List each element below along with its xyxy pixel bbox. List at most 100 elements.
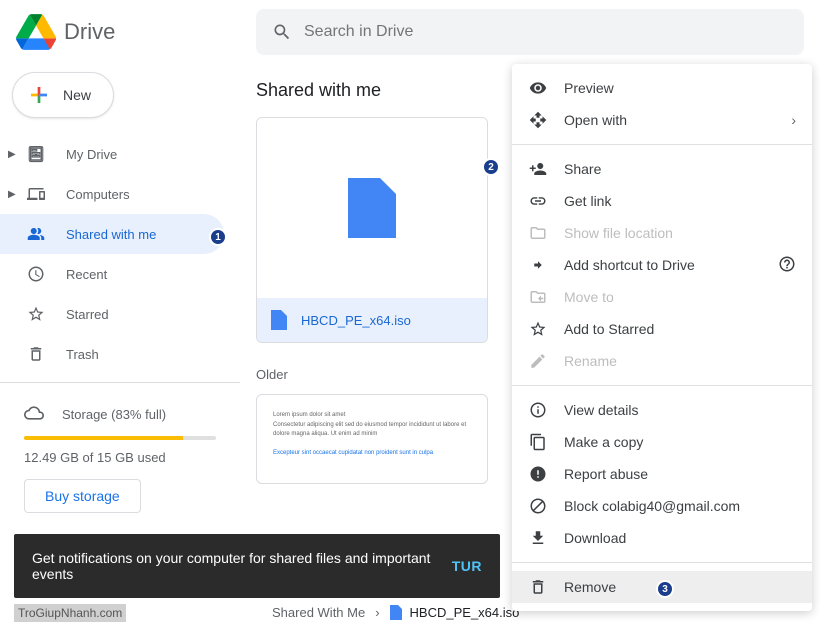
- menu-label: Open with: [564, 112, 627, 128]
- cloud-icon: [24, 403, 44, 423]
- nav-label: Computers: [66, 187, 130, 202]
- file-preview: [257, 118, 487, 298]
- sidebar-item-computers[interactable]: ▶ Computers: [0, 174, 224, 214]
- divider: [0, 382, 240, 383]
- file-icon: [348, 178, 396, 238]
- star-icon: [27, 305, 45, 323]
- menu-label: Rename: [564, 353, 617, 369]
- new-button[interactable]: New: [12, 72, 114, 118]
- menu-block[interactable]: Block colabig40@gmail.com: [512, 490, 812, 522]
- doc-card[interactable]: Lorem ipsum dolor sit ametConsectetur ad…: [256, 394, 488, 484]
- eye-icon: [529, 79, 547, 97]
- file-type-icon: [271, 310, 287, 330]
- folder-icon: [529, 224, 547, 242]
- menu-add-shortcut[interactable]: Add shortcut to Drive: [512, 249, 812, 281]
- search-icon: [272, 22, 292, 42]
- header: Drive: [0, 0, 820, 64]
- menu-label: Block colabig40@gmail.com: [564, 498, 740, 514]
- trash-icon: [529, 578, 547, 596]
- search-bar[interactable]: [256, 9, 804, 55]
- link-icon: [529, 192, 547, 210]
- menu-get-link[interactable]: Get link: [512, 185, 812, 217]
- sidebar-item-my-drive[interactable]: ▶ My Drive: [0, 134, 224, 174]
- context-menu: Preview Open with› Share Get link Show f…: [512, 64, 812, 611]
- menu-report-abuse[interactable]: Report abuse: [512, 458, 812, 490]
- annotation-badge-1: 1: [209, 228, 227, 246]
- sidebar-item-recent[interactable]: Recent: [0, 254, 224, 294]
- storage-section: Storage (83% full) 12.49 GB of 15 GB use…: [0, 391, 240, 525]
- file-card[interactable]: HBCD_PE_x64.iso: [256, 117, 488, 343]
- nav-label: My Drive: [66, 147, 117, 162]
- breadcrumb-file[interactable]: HBCD_PE_x64.iso: [390, 605, 520, 620]
- menu-label: View details: [564, 402, 638, 418]
- new-button-label: New: [63, 87, 91, 103]
- menu-add-starred[interactable]: Add to Starred: [512, 313, 812, 345]
- shared-icon: [27, 225, 45, 243]
- breadcrumb: Shared With Me › HBCD_PE_x64.iso: [272, 605, 519, 620]
- annotation-badge-3: 3: [656, 580, 674, 598]
- menu-label: Show file location: [564, 225, 673, 241]
- sidebar-item-trash[interactable]: Trash: [0, 334, 224, 374]
- block-icon: [529, 497, 547, 515]
- sidebar-item-starred[interactable]: Starred: [0, 294, 224, 334]
- expand-arrow-icon: ▶: [8, 149, 24, 160]
- my-drive-icon: [27, 145, 45, 163]
- star-icon: [529, 320, 547, 338]
- menu-label: Remove: [564, 579, 616, 595]
- nav-label: Starred: [66, 307, 109, 322]
- menu-label: Add to Starred: [564, 321, 654, 337]
- menu-rename: Rename: [512, 345, 812, 377]
- menu-download[interactable]: Download: [512, 522, 812, 554]
- chevron-right-icon: ›: [375, 605, 379, 620]
- menu-open-with[interactable]: Open with›: [512, 104, 812, 136]
- nav-label: Shared with me: [66, 227, 156, 242]
- menu-label: Share: [564, 161, 601, 177]
- storage-label: Storage (83% full): [62, 407, 166, 422]
- file-type-icon: [390, 605, 402, 620]
- menu-label: Get link: [564, 193, 611, 209]
- help-icon[interactable]: [778, 255, 796, 276]
- shortcut-icon: [529, 256, 547, 274]
- storage-fill: [24, 436, 183, 440]
- menu-divider: [512, 144, 812, 145]
- menu-make-copy[interactable]: Make a copy: [512, 426, 812, 458]
- menu-preview[interactable]: Preview: [512, 72, 812, 104]
- sidebar-item-shared-with-me[interactable]: Shared with me: [0, 214, 224, 254]
- annotation-badge-2: 2: [482, 158, 500, 176]
- menu-divider: [512, 385, 812, 386]
- info-icon: [529, 401, 547, 419]
- breadcrumb-root[interactable]: Shared With Me: [272, 605, 365, 620]
- notification-toast: Get notifications on your computer for s…: [14, 534, 500, 598]
- menu-label: Move to: [564, 289, 614, 305]
- menu-label: Preview: [564, 80, 614, 96]
- expand-arrow-icon: ▶: [8, 189, 24, 200]
- storage-label-row[interactable]: Storage (83% full): [24, 403, 216, 426]
- report-icon: [529, 465, 547, 483]
- file-label-bar: HBCD_PE_x64.iso: [257, 298, 487, 342]
- logo-text: Drive: [64, 19, 115, 45]
- copy-icon: [529, 433, 547, 451]
- storage-text: 12.49 GB of 15 GB used: [24, 450, 216, 465]
- menu-share[interactable]: Share: [512, 153, 812, 185]
- menu-divider: [512, 562, 812, 563]
- computers-icon: [27, 185, 45, 203]
- watermark: TroGiupNhanh.com: [14, 604, 126, 622]
- open-with-icon: [529, 111, 547, 129]
- trash-icon: [27, 345, 45, 363]
- menu-label: Report abuse: [564, 466, 648, 482]
- menu-label: Add shortcut to Drive: [564, 257, 695, 273]
- person-add-icon: [529, 160, 547, 178]
- menu-show-location: Show file location: [512, 217, 812, 249]
- search-input[interactable]: [304, 23, 788, 41]
- logo-area[interactable]: Drive: [16, 12, 256, 52]
- storage-bar: [24, 436, 216, 440]
- buy-storage-button[interactable]: Buy storage: [24, 479, 141, 513]
- toast-action-button[interactable]: TUR: [452, 558, 482, 574]
- menu-move-to: Move to: [512, 281, 812, 313]
- nav-label: Recent: [66, 267, 107, 282]
- file-name: HBCD_PE_x64.iso: [301, 313, 411, 328]
- recent-icon: [27, 265, 45, 283]
- move-to-icon: [529, 288, 547, 306]
- menu-view-details[interactable]: View details: [512, 394, 812, 426]
- download-icon: [529, 529, 547, 547]
